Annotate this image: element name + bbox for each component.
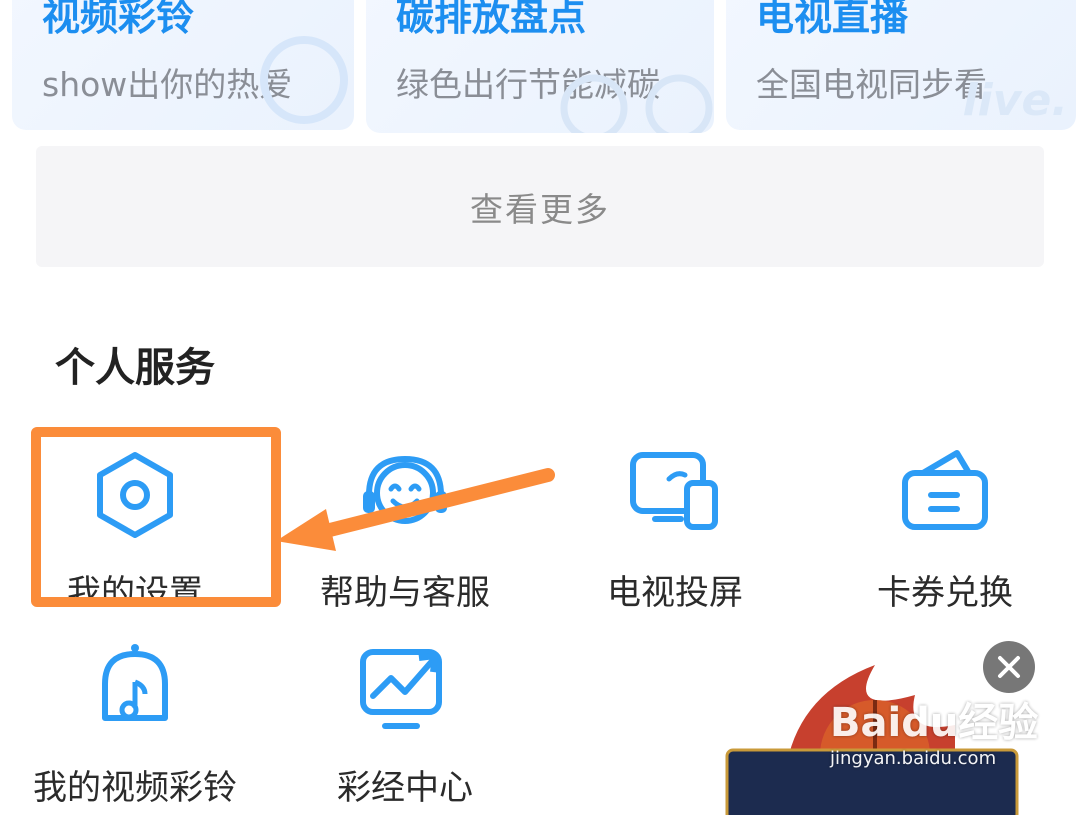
close-ad-button[interactable] — [983, 641, 1035, 693]
card-subtitle: 全国电视同步看 — [756, 65, 987, 104]
highlight-box — [31, 427, 281, 607]
service-label: 我的视频彩铃 — [33, 768, 237, 808]
card-title: 电视直播 — [756, 0, 909, 39]
live-decor-text: live. — [962, 75, 1068, 126]
service-item-my-video-ringtone[interactable]: 我的视频彩铃 — [5, 640, 265, 830]
video-ringtone-card[interactable]: 视频彩铃 show出你的热爱 — [12, 0, 354, 130]
bicycle-decor-icon — [560, 74, 713, 133]
coupon-wallet-icon — [902, 450, 988, 530]
service-label: 帮助与客服 — [320, 573, 490, 613]
service-item-caijing-center[interactable]: 彩经中心 — [275, 640, 535, 830]
card-title: 视频彩铃 — [42, 0, 195, 39]
service-label: 电视投屏 — [607, 573, 743, 613]
bell-music-icon — [102, 644, 168, 721]
pointer-arrow-icon — [276, 468, 555, 551]
watermark: Baidu经验 jingyan.baidu.com — [830, 690, 1038, 769]
bell-decor-icon — [260, 36, 348, 124]
service-item-coupon[interactable]: 卡券兑换 — [815, 445, 1075, 635]
screen-cast-icon — [630, 452, 718, 530]
watermark-sub: jingyan.baidu.com — [830, 748, 997, 769]
service-item-tv-cast[interactable]: 电视投屏 — [545, 445, 805, 635]
tv-live-card[interactable]: 电视直播 全国电视同步看 live. — [726, 0, 1076, 130]
watermark-main: Baidu经验 — [830, 700, 1039, 746]
service-label: 卡券兑换 — [877, 573, 1013, 613]
section-title: 个人服务 — [55, 345, 215, 391]
carbon-emission-card[interactable]: 碳排放盘点 绿色出行节能减碳 — [366, 0, 714, 133]
see-more-button[interactable]: 查看更多 — [36, 146, 1044, 267]
close-icon — [998, 656, 1020, 678]
trend-chart-icon — [360, 649, 442, 729]
service-label: 彩经中心 — [337, 768, 473, 808]
